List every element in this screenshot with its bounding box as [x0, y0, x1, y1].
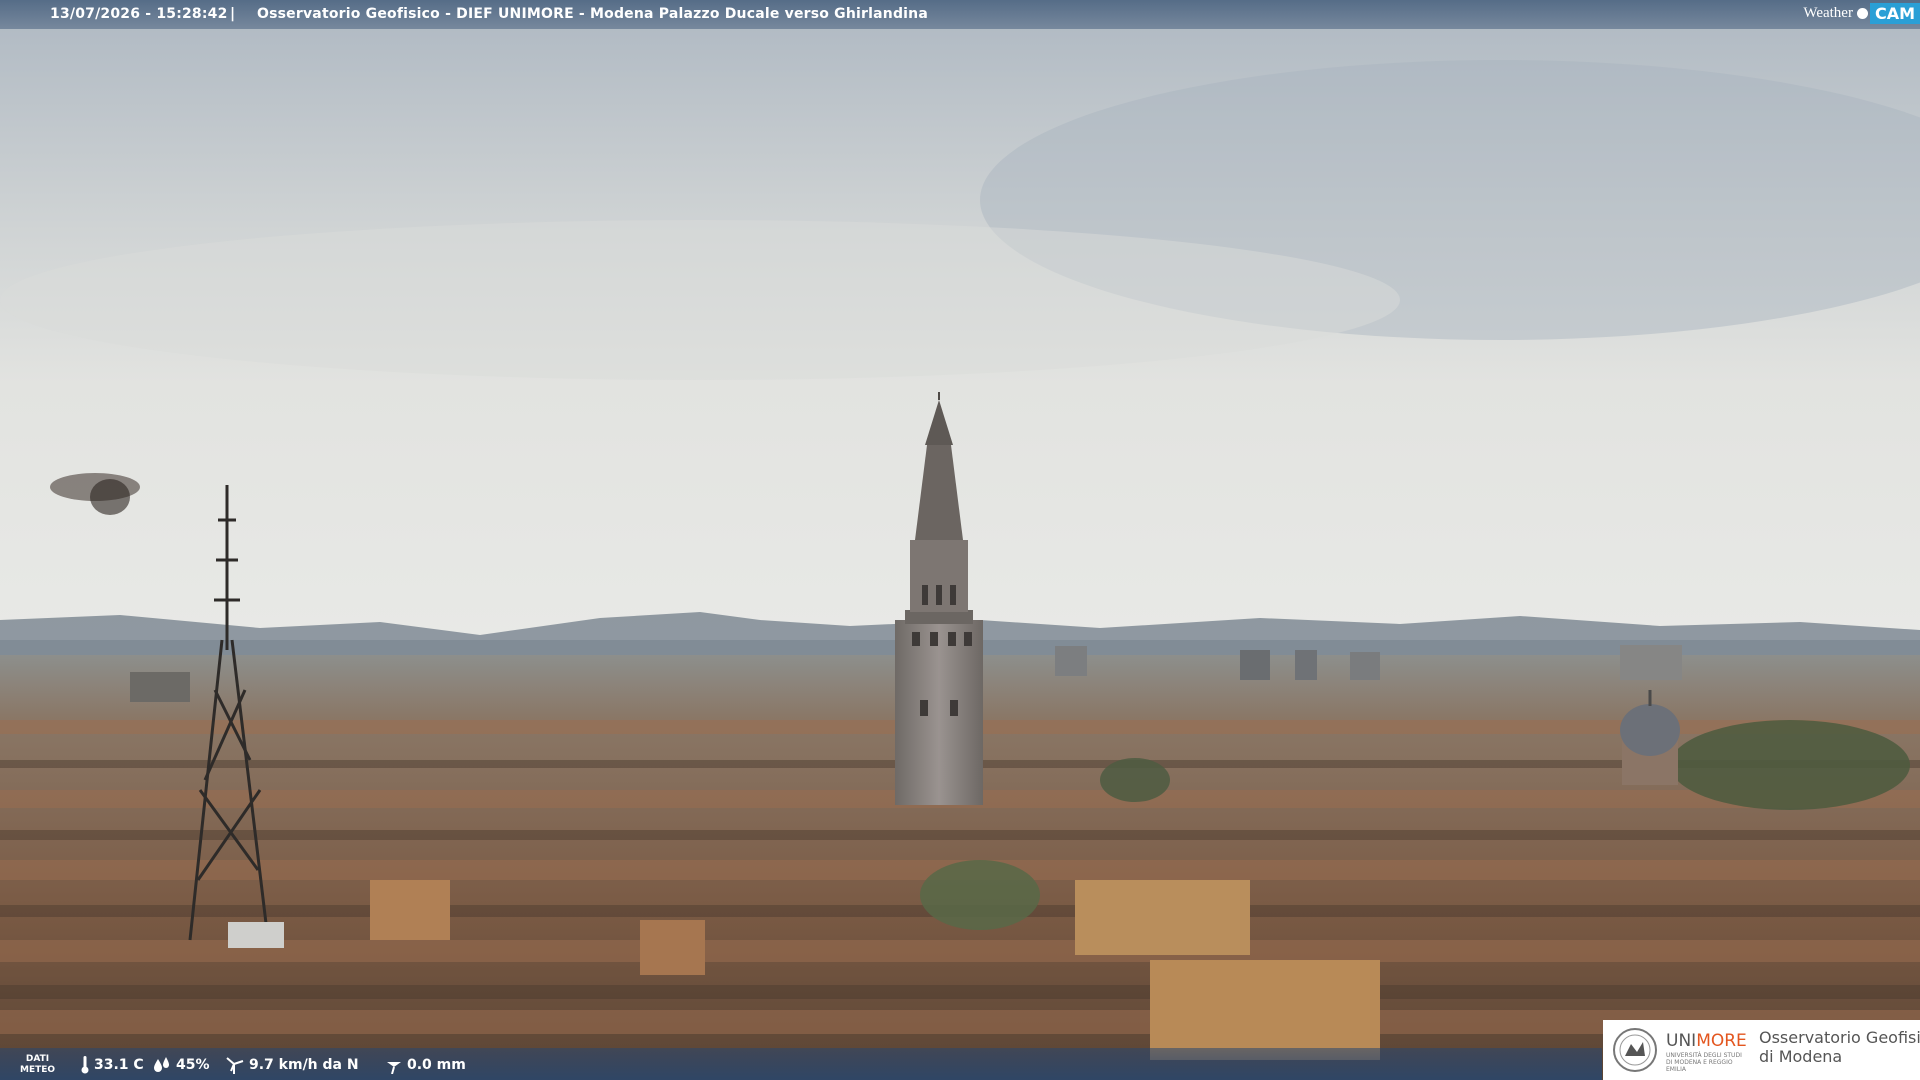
- wind-turbine-icon: [226, 1057, 244, 1074]
- rain-reading: 0.0 mm: [385, 1055, 466, 1075]
- trees: [1100, 758, 1170, 802]
- unimore-subtitle: UNIVERSITÀ DEGLI STUDI DI MODENA E REGGI…: [1666, 1052, 1742, 1073]
- unimore-wordmark: UNIMORE: [1666, 1031, 1747, 1051]
- trees: [1670, 720, 1910, 810]
- thermometer-icon: [81, 1056, 89, 1074]
- observatory-name: Osservatorio Geofisico di Modena: [1759, 1028, 1920, 1066]
- mast-base: [228, 922, 284, 948]
- weathercam-logo: Weather CAM: [1797, 0, 1920, 27]
- caption-separator: |: [230, 6, 236, 22]
- weather-label-line2: METEO: [20, 1065, 56, 1075]
- buildings: [1620, 645, 1682, 680]
- wind-reading: 9.7 km/h da N: [225, 1055, 359, 1075]
- weather-data-bar: DATI METEO 33.1 C 45% 9.7 km/h da N 0.0 …: [0, 1048, 1602, 1080]
- weather-data-label: DATI METEO: [20, 1054, 55, 1076]
- humidity-reading: 45%: [152, 1055, 210, 1075]
- rain-value: 0.0 mm: [407, 1057, 466, 1073]
- timestamp: 13/07/2026 - 15:28:42: [50, 6, 228, 22]
- buildings: [1240, 650, 1270, 680]
- brand-weather-text: Weather: [1803, 5, 1853, 21]
- buildings: [1055, 646, 1087, 676]
- camera-title: Osservatorio Geofisico - DIEF UNIMORE - …: [257, 6, 928, 22]
- building-facade: [640, 920, 705, 975]
- caption-bar: 13/07/2026 - 15:28:42 | Osservatorio Geo…: [0, 0, 1920, 29]
- unimore-more: MORE: [1696, 1031, 1747, 1051]
- weather-label-line1: DATI: [25, 1054, 50, 1064]
- observatory-line2: di Modena: [1759, 1047, 1843, 1066]
- observatory-line1: Osservatorio Geofisico: [1759, 1028, 1920, 1047]
- seal-emblem-icon: [1619, 1034, 1651, 1066]
- university-seal-icon: [1613, 1028, 1657, 1072]
- temperature-reading: 33.1 C: [80, 1055, 144, 1075]
- buildings: [1295, 650, 1317, 680]
- unimore-uni: UNI: [1666, 1031, 1697, 1051]
- humidity-value: 45%: [176, 1057, 210, 1073]
- brand-cam-text: CAM: [1869, 3, 1920, 24]
- unimore-logo: UNIMORE UNIVERSITÀ DEGLI STUDI DI MODENA…: [1603, 1020, 1920, 1080]
- building-facade: [370, 880, 450, 940]
- wind-value: 9.7 km/h da N: [249, 1057, 359, 1073]
- building-facade: [1075, 880, 1250, 955]
- trees: [920, 860, 1040, 930]
- humidity-drops-icon: [154, 1057, 169, 1072]
- rain-gauge-icon: [387, 1062, 401, 1074]
- insect-blur: [90, 479, 130, 515]
- temperature-value: 33.1 C: [94, 1057, 144, 1073]
- building-facade: [1150, 960, 1380, 1060]
- buildings: [130, 672, 190, 702]
- brand-dot-icon: [1856, 8, 1868, 19]
- cloud-streak: [0, 220, 1400, 380]
- webcam-image: [0, 0, 1920, 1080]
- buildings: [1350, 652, 1380, 680]
